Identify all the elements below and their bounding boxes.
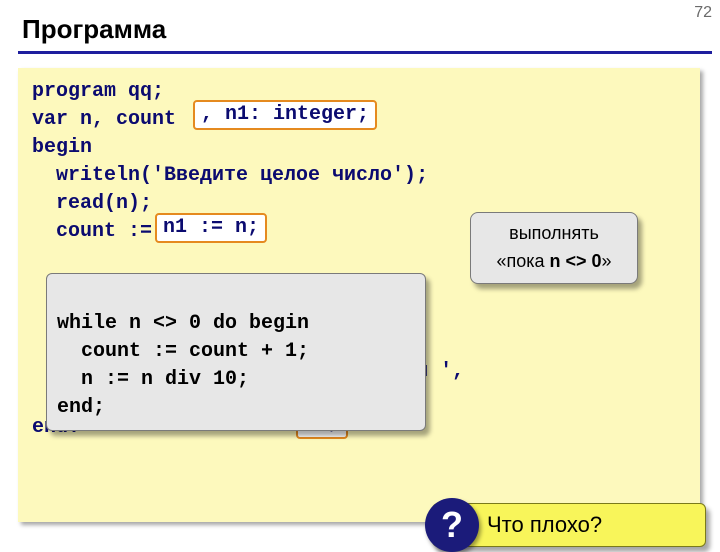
while-line: end;	[57, 396, 105, 419]
while-line: while n <> 0 do begin	[57, 312, 309, 335]
while-line: n := n div 10;	[57, 368, 249, 391]
note-line2-c: »	[602, 251, 612, 271]
highlight-assign-n1: n1 := n;	[155, 213, 267, 243]
while-line: count := count + 1;	[57, 340, 309, 363]
question-icon: ?	[425, 498, 479, 552]
code-line: begin	[32, 134, 686, 162]
code-line: writeln('Введите целое число');	[32, 162, 686, 190]
highlight-decl-suffix: , n1: integer;	[193, 100, 377, 130]
note-line2-a: «пока	[496, 251, 549, 271]
code-panel: program qq; var n, count begin writeln('…	[18, 68, 700, 522]
page-title: Программа	[0, 0, 720, 51]
while-block: while n <> 0 do begin count := count + 1…	[46, 273, 426, 431]
note-line1: выполнять	[477, 219, 631, 247]
note-balloon: выполнять «пока n <> 0»	[470, 212, 638, 284]
question-bar: ? Что плохо?	[432, 503, 706, 547]
page-number: 72	[694, 4, 712, 22]
question-text: Что плохо?	[487, 511, 602, 539]
title-rule	[18, 51, 712, 54]
note-line2-bold: n <> 0	[550, 251, 602, 271]
